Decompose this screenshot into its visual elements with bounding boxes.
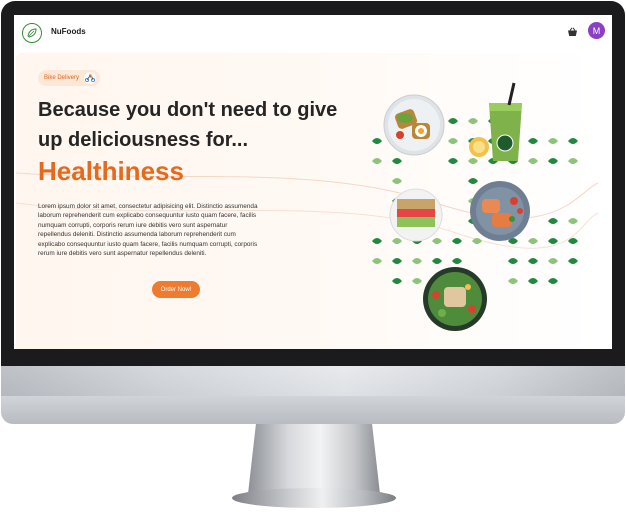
delivery-badge: Bike Delivery [38,70,101,86]
monitor-chin [1,366,625,424]
hero-headline: Because you don't need to give up delici… [38,99,338,151]
brand-name[interactable]: NuFoods [51,27,86,36]
monitor-base [232,488,396,508]
avocado-toast-plate [383,94,445,156]
leaf-logo-icon[interactable] [22,23,42,43]
food-illustration [372,82,578,331]
bike-icon [84,72,97,84]
monitor-frame: NuFoods M Bike Delivery Because you don'… [0,0,626,514]
hero-description: Lorem ipsum dolor sit amet, consectetur … [38,203,258,258]
order-now-button[interactable]: Order Now! [152,281,200,298]
basket-icon[interactable] [566,26,578,38]
salad-bowl [423,267,487,331]
yogurt-bowl [389,188,443,242]
screen: NuFoods M Bike Delivery Because you don'… [14,15,612,349]
avatar[interactable]: M [588,22,605,39]
salmon-plate [470,181,530,241]
monitor-stand [248,424,380,494]
badge-label: Bike Delivery [44,75,80,81]
top-navbar: NuFoods M [14,15,612,49]
monitor-bezel: NuFoods M Bike Delivery Because you don'… [1,1,625,367]
hero-highlight: Healthiness [38,156,184,186]
